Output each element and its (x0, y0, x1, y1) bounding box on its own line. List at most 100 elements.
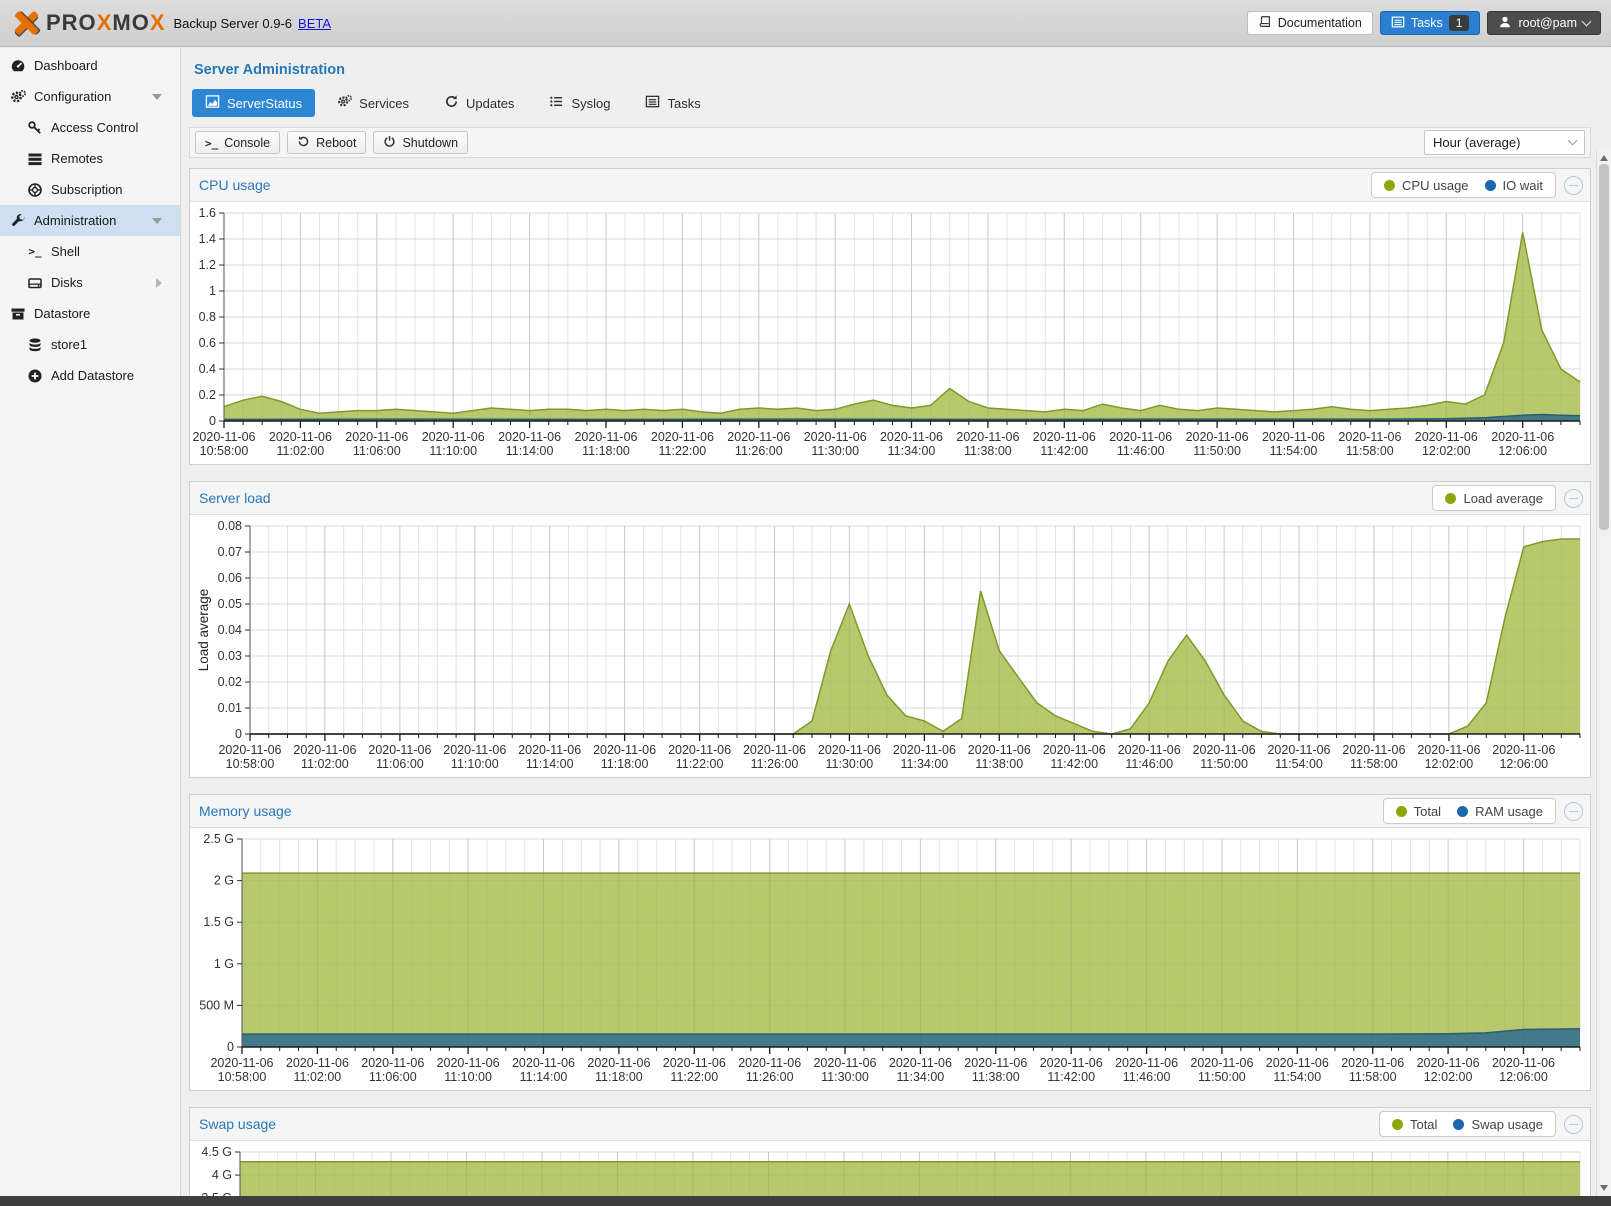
svg-text:11:18:00: 11:18:00 (601, 757, 649, 771)
svg-text:11:18:00: 11:18:00 (595, 1070, 643, 1084)
svg-text:1.5 G: 1.5 G (203, 915, 234, 929)
legend-item[interactable]: CPU usage (1384, 178, 1468, 193)
scroll-down-arrow-icon[interactable] (1600, 1185, 1608, 1191)
svg-text:2020-11-06: 2020-11-06 (1118, 743, 1181, 757)
tab-serverstatus[interactable]: ServerStatus (192, 89, 315, 117)
reboot-button[interactable]: Reboot (287, 131, 366, 154)
panel-cpu-usage: CPU usage CPU usage IO wait 00.20.40.60.… (189, 168, 1591, 465)
svg-text:2020-11-06: 2020-11-06 (1033, 430, 1096, 444)
legend-label: Total (1410, 1117, 1437, 1132)
console-button[interactable]: >_ Console (195, 131, 280, 154)
legend-item[interactable]: Load average (1445, 491, 1543, 506)
sidebar-item-label: Dashboard (34, 58, 98, 73)
svg-text:0: 0 (235, 727, 242, 741)
memory-usage-legend[interactable]: Total RAM usage (1383, 798, 1556, 824)
sidebar-item-configuration[interactable]: Configuration (0, 81, 180, 112)
collapse-panel-icon[interactable] (1564, 802, 1583, 821)
beta-link[interactable]: BETA (298, 16, 331, 31)
sidebar-item-disks[interactable]: Disks (0, 267, 180, 298)
chevron-down-icon (1568, 136, 1578, 146)
sidebar-item-subscription[interactable]: Subscription (0, 174, 180, 205)
sidebar-item-store1[interactable]: store1 (0, 329, 180, 360)
svg-text:11:34:00: 11:34:00 (888, 444, 936, 458)
svg-text:2020-11-06: 2020-11-06 (813, 1056, 876, 1070)
list-icon (549, 94, 564, 112)
sidebar-item-label: Datastore (34, 306, 90, 321)
cpu-usage-legend[interactable]: CPU usage IO wait (1371, 172, 1556, 198)
tasks-button[interactable]: Tasks 1 (1380, 11, 1481, 35)
legend-item[interactable]: Swap usage (1453, 1117, 1543, 1132)
console-label: Console (224, 136, 270, 150)
collapse-panel-icon[interactable] (1564, 489, 1583, 508)
legend-dot-blue (1485, 180, 1496, 191)
user-menu-button[interactable]: root@pam (1487, 11, 1601, 35)
svg-text:2020-11-06: 2020-11-06 (1186, 430, 1249, 444)
svg-text:0.4: 0.4 (199, 362, 216, 376)
sidebar-item-access-control[interactable]: Access Control (0, 112, 180, 143)
user-label: root@pam (1518, 16, 1577, 30)
time-range-select[interactable]: Hour (average) (1424, 130, 1585, 155)
svg-text:0.2: 0.2 (199, 388, 216, 402)
tab-syslog[interactable]: Syslog (536, 89, 623, 117)
database-icon (27, 337, 43, 353)
swap-usage-legend[interactable]: Total Swap usage (1379, 1111, 1556, 1137)
panel-header: Swap usage Total Swap usage (190, 1108, 1590, 1141)
sidebar-item-label: store1 (51, 337, 87, 352)
chevron-down-icon (152, 94, 162, 100)
sidebar-item-remotes[interactable]: Remotes (0, 143, 180, 174)
svg-text:11:42:00: 11:42:00 (1047, 1070, 1095, 1084)
svg-text:11:14:00: 11:14:00 (526, 757, 574, 771)
collapse-panel-icon[interactable] (1564, 1115, 1583, 1134)
legend-item[interactable]: IO wait (1485, 178, 1543, 193)
svg-text:11:30:00: 11:30:00 (826, 757, 874, 771)
sidebar-item-administration[interactable]: Administration (0, 205, 180, 236)
svg-text:2020-11-06: 2020-11-06 (663, 1056, 726, 1070)
svg-text:2020-11-06: 2020-11-06 (1266, 1056, 1329, 1070)
book-icon (1258, 15, 1272, 32)
tab-services[interactable]: Services (324, 89, 422, 117)
panel-title: Memory usage (199, 803, 292, 819)
svg-text:500 M: 500 M (199, 998, 234, 1012)
svg-text:2 G: 2 G (214, 874, 234, 888)
sidebar-item-add-datastore[interactable]: Add Datastore (0, 360, 180, 391)
sidebar-item-datastore[interactable]: Datastore (0, 298, 180, 329)
svg-text:11:58:00: 11:58:00 (1350, 757, 1398, 771)
disk-icon (27, 275, 43, 291)
archive-box-icon (10, 306, 26, 322)
power-icon (383, 135, 396, 151)
svg-text:2020-11-06: 2020-11-06 (518, 743, 581, 757)
svg-text:2020-11-06: 2020-11-06 (210, 1056, 273, 1070)
topbar: PROXMOX Backup Server 0.9-6 BETA Documen… (0, 0, 1611, 47)
sidebar-item-dashboard[interactable]: Dashboard (0, 50, 180, 81)
svg-text:1.2: 1.2 (199, 258, 216, 272)
main-content: Server Administration ServerStatus Servi… (182, 48, 1611, 1196)
svg-text:11:42:00: 11:42:00 (1040, 444, 1088, 458)
vertical-scrollbar[interactable] (1596, 150, 1611, 1196)
scroll-up-arrow-icon[interactable] (1600, 155, 1608, 161)
svg-text:2020-11-06: 2020-11-06 (1043, 743, 1106, 757)
svg-text:11:58:00: 11:58:00 (1346, 444, 1394, 458)
svg-text:0: 0 (209, 414, 216, 428)
legend-item[interactable]: Total (1396, 804, 1441, 819)
legend-label: IO wait (1503, 178, 1543, 193)
tab-updates[interactable]: Updates (431, 89, 527, 117)
plus-circle-icon (27, 368, 43, 384)
svg-text:2020-11-06: 2020-11-06 (361, 1056, 424, 1070)
collapse-panel-icon[interactable] (1564, 176, 1583, 195)
svg-text:11:06:00: 11:06:00 (369, 1070, 417, 1084)
legend-item[interactable]: Total (1392, 1117, 1437, 1132)
sidebar-item-label: Access Control (51, 120, 138, 135)
legend-item[interactable]: RAM usage (1457, 804, 1543, 819)
server-load-legend[interactable]: Load average (1432, 485, 1556, 511)
documentation-button[interactable]: Documentation (1247, 11, 1373, 35)
svg-text:2020-11-06: 2020-11-06 (668, 743, 731, 757)
cpu-usage-chart: 00.20.40.60.811.21.41.62020-11-0610:58:0… (190, 202, 1590, 464)
sidebar-item-shell[interactable]: >_ Shell (0, 236, 180, 267)
shutdown-button[interactable]: Shutdown (373, 131, 468, 154)
svg-text:Load average: Load average (196, 589, 211, 672)
svg-text:11:38:00: 11:38:00 (975, 757, 1023, 771)
svg-text:0.06: 0.06 (218, 571, 242, 585)
scrollbar-thumb[interactable] (1599, 164, 1609, 530)
tab-tasks[interactable]: Tasks (632, 89, 713, 117)
svg-text:2020-11-06: 2020-11-06 (1415, 430, 1478, 444)
